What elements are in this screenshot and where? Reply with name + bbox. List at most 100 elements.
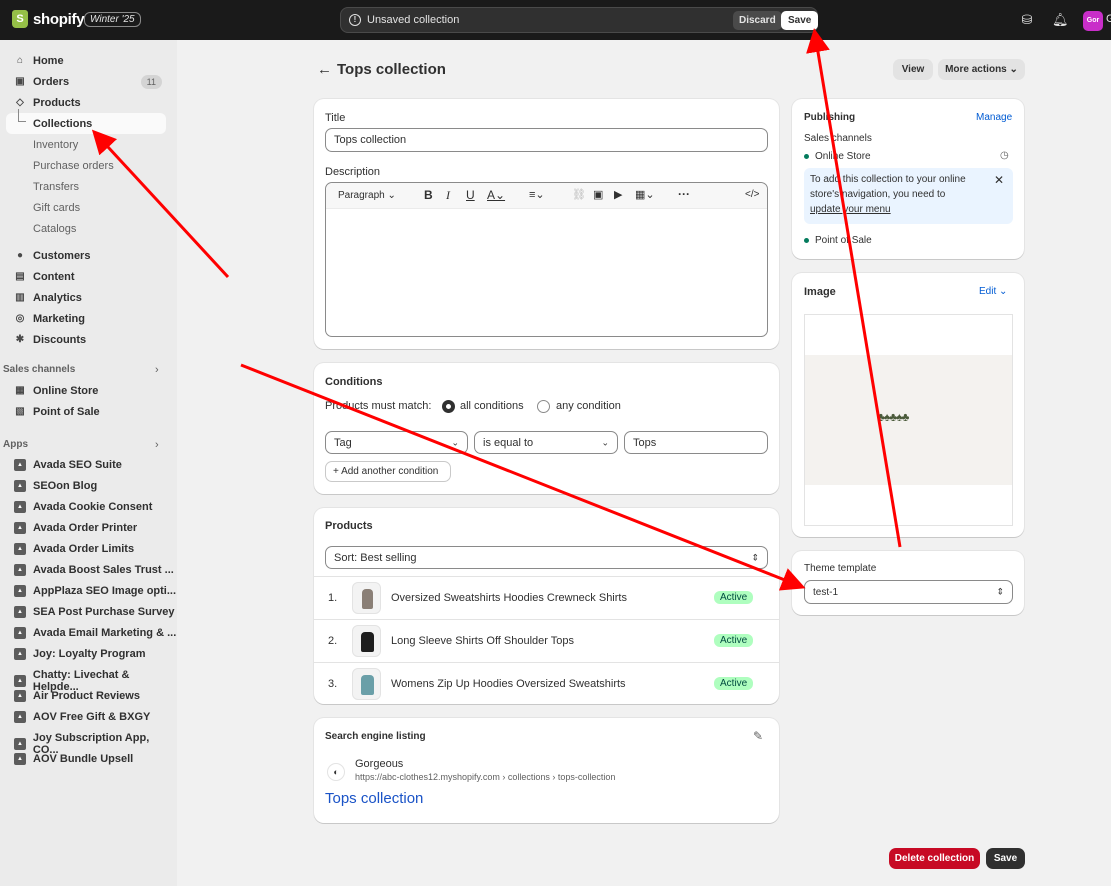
chevron-right-icon[interactable]: ›	[155, 364, 159, 376]
row-index: 1.	[328, 592, 338, 604]
seo-url: https://abc-clothes12.myshopify.com › co…	[355, 772, 616, 782]
app-item[interactable]: ▲ Avada Order Printer	[14, 522, 137, 534]
sidebar-item-inventory[interactable]: Inventory	[33, 139, 78, 151]
sidebar-item-catalogs[interactable]: Catalogs	[33, 223, 76, 235]
app-item[interactable]: ▲ Avada Order Limits	[14, 543, 134, 555]
back-arrow-icon[interactable]: ←	[317, 61, 332, 78]
video-icon[interactable]: ▶	[614, 188, 622, 201]
image-icon[interactable]: ▣	[593, 188, 603, 201]
app-icon: ▲	[14, 711, 26, 723]
sidebar-item-home[interactable]: ⌂ Home	[6, 50, 166, 71]
sidebar-item-transfers[interactable]: Transfers	[33, 181, 79, 193]
delete-collection-button[interactable]: Delete collection	[889, 848, 980, 869]
products-heading: Products	[325, 520, 373, 532]
condition-operator-select[interactable]: is equal to ⌄	[474, 431, 618, 454]
title-input[interactable]: Tops collection	[325, 128, 768, 152]
schedule-icon[interactable]: ◷	[1000, 150, 1009, 161]
sidebar-item-online-store[interactable]: ▦ Online Store	[6, 380, 166, 401]
close-icon[interactable]: ✕	[994, 173, 1004, 187]
more-icon[interactable]: ···	[678, 187, 690, 201]
app-icon: ▲	[14, 648, 26, 660]
logo-text: shopify	[33, 10, 85, 28]
app-item[interactable]: ▲ AOV Free Gift & BXGY	[14, 711, 150, 723]
sidebar-item-marketing[interactable]: ◎ Marketing	[6, 308, 166, 329]
bold-icon[interactable]: B	[424, 188, 433, 202]
sidebar-item-content[interactable]: ▤ Content	[6, 266, 166, 287]
unsaved-changes-bar: ! Unsaved collection Discard Save	[340, 7, 819, 33]
edition-badge: Winter '25	[84, 12, 141, 27]
shopify-logo[interactable]: S shopify	[12, 10, 85, 28]
pencil-icon[interactable]: ✎	[753, 729, 763, 743]
app-item[interactable]: ▲ Avada Cookie Consent	[14, 501, 152, 513]
manage-link[interactable]: Manage	[976, 112, 1012, 123]
condition-value-input[interactable]: Tops	[624, 431, 768, 454]
app-label: AOV Free Gift & BXGY	[33, 711, 151, 723]
app-icon: ▲	[14, 564, 26, 576]
app-item[interactable]: ▲ Avada Email Marketing & ...	[14, 627, 176, 639]
sidebar-item-gift-cards[interactable]: Gift cards	[33, 202, 80, 214]
avatar[interactable]: Gor	[1083, 11, 1103, 31]
must-match-label: Products must match:	[325, 400, 432, 412]
table-row[interactable]: 1. Oversized Sweatshirts Hoodies Crewnec…	[314, 577, 779, 619]
paragraph-select[interactable]: Paragraph ⌄	[338, 190, 396, 201]
app-item[interactable]: ▲ Avada SEO Suite	[14, 459, 122, 471]
update-menu-link[interactable]: update your menu	[810, 204, 891, 215]
bell-icon[interactable]: 🔔︎	[1052, 12, 1069, 28]
table-row[interactable]: 2. Long Sleeve Shirts Off Shoulder Tops …	[314, 620, 779, 662]
discard-button[interactable]: Discard	[733, 11, 782, 30]
target-icon: ◎	[15, 312, 25, 324]
align-icon[interactable]: ≡⌄	[529, 188, 545, 201]
any-condition-radio[interactable]	[537, 400, 550, 413]
underline-icon[interactable]: U	[466, 188, 475, 202]
description-editor[interactable]: Paragraph ⌄ B I U A⌄ ≡⌄ ⛓ ▣ ▶ ▦⌄ ··· </>	[325, 182, 768, 337]
sidebar-item-products[interactable]: ◇ Products	[6, 92, 166, 113]
sidebar-item-collections[interactable]: Collections	[6, 109, 166, 134]
top-save-button[interactable]: Save	[781, 11, 819, 30]
sort-select[interactable]: Sort: Best selling ⇕	[325, 546, 768, 569]
view-button[interactable]: View	[893, 59, 933, 80]
table-row[interactable]: 3. Womens Zip Up Hoodies Oversized Sweat…	[314, 663, 779, 704]
app-label: Avada Cookie Consent	[33, 501, 153, 513]
app-item[interactable]: ▲ SEOon Blog	[14, 480, 97, 492]
more-actions-label: More actions	[945, 64, 1007, 75]
sidebar-item-discounts[interactable]: ✱ Discounts	[6, 329, 166, 350]
chevron-down-icon: ⌄	[601, 437, 609, 447]
code-icon[interactable]: </>	[745, 189, 759, 200]
product-thumbnail	[352, 668, 381, 700]
app-item[interactable]: ▲ SEA Post Purchase Survey	[14, 606, 174, 618]
store-switcher-icon[interactable]: ⛁	[1019, 12, 1035, 28]
link-icon[interactable]: ⛓	[572, 188, 586, 201]
all-conditions-radio[interactable]	[442, 400, 455, 413]
publishing-card: Publishing Manage Sales channels Online …	[792, 99, 1024, 259]
sidebar-item-purchase-orders[interactable]: Purchase orders	[33, 160, 114, 172]
footer-save-button[interactable]: Save	[986, 848, 1025, 869]
person-icon: ●	[16, 249, 24, 261]
app-item[interactable]: ▲ AOV Bundle Upsell	[14, 753, 133, 765]
app-item[interactable]: ▲ Joy: Loyalty Program	[14, 648, 145, 660]
sidebar-item-customers[interactable]: ● Customers	[6, 245, 166, 266]
chevron-right-icon[interactable]: ›	[155, 439, 159, 451]
page-title: Tops collection	[337, 61, 446, 78]
product-thumbnail	[352, 625, 381, 657]
app-item[interactable]: ▲ AppPlaza SEO Image opti...	[14, 585, 176, 597]
sidebar-item-label: Home	[33, 54, 64, 67]
app-item[interactable]: ▲ Avada Boost Sales Trust ...	[14, 564, 174, 576]
sidebar-item-label: Online Store	[33, 384, 99, 397]
app-icon: ▲	[14, 753, 26, 765]
table-icon[interactable]: ▦⌄	[635, 188, 655, 201]
theme-template-select[interactable]: test-1 ⇕	[804, 580, 1013, 604]
app-label: SEA Post Purchase Survey	[33, 606, 175, 618]
sidebar-item-point-of-sale[interactable]: ▧ Point of Sale	[6, 401, 166, 422]
avatar-overflow-text: G	[1106, 13, 1111, 25]
app-icon: ▲	[14, 738, 26, 750]
edit-image-button[interactable]: Edit ⌄	[979, 286, 1007, 297]
sidebar-item-analytics[interactable]: ▥ Analytics	[6, 287, 166, 308]
condition-field-select[interactable]: Tag ⌄	[325, 431, 468, 454]
add-condition-button[interactable]: + Add another condition	[325, 461, 451, 482]
italic-icon[interactable]: I	[446, 188, 450, 203]
app-item[interactable]: ▲ Air Product Reviews	[14, 690, 140, 702]
sidebar-item-orders[interactable]: ▣ Orders 11	[6, 71, 166, 92]
pos-channel: Point of Sale	[815, 235, 872, 246]
text-color-icon[interactable]: A⌄	[487, 188, 505, 202]
more-actions-button[interactable]: More actions ⌄	[938, 59, 1025, 80]
